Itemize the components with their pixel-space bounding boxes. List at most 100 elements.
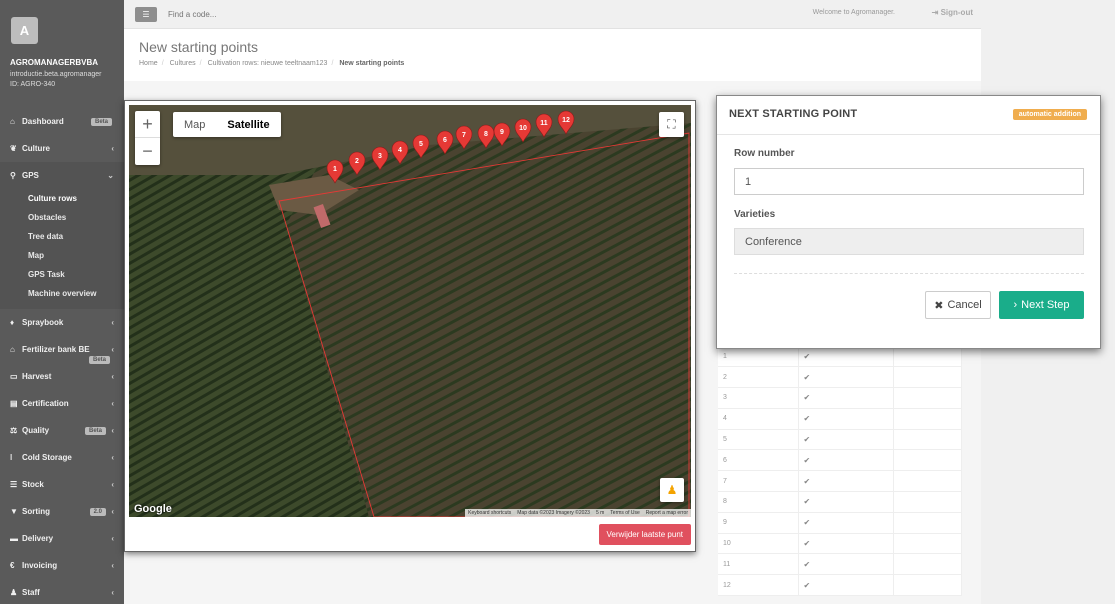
- delete-last-point-button[interactable]: Verwijder laatste punt: [598, 524, 691, 545]
- map-marker[interactable]: 4: [391, 140, 409, 165]
- report-error-link[interactable]: Report a map error: [646, 510, 688, 516]
- sidebar-item-invoicing[interactable]: € Invoicing ‹: [0, 552, 124, 579]
- terms-link[interactable]: Terms of Use: [610, 510, 639, 516]
- map-marker[interactable]: 3: [371, 146, 389, 171]
- satellite-map[interactable]: 1 2 3 4 5 6 7 8 9 10 11 12 + − Map Satellite ⛶ ♟ Go…: [129, 105, 691, 517]
- chevron-left-icon: ‹: [111, 507, 114, 516]
- map-marker[interactable]: 2: [348, 151, 366, 176]
- keyboard-shortcuts-link[interactable]: Keyboard shortcuts: [468, 510, 511, 516]
- hamburger-icon: ☰: [142, 10, 150, 19]
- breadcrumb-cultures[interactable]: Cultures: [170, 60, 196, 67]
- sidebar-item-delivery[interactable]: ▬ Delivery ‹: [0, 525, 124, 552]
- company-name: AGROMANAGERBVBA: [10, 58, 98, 67]
- euro-icon: €: [10, 561, 15, 570]
- breadcrumb-current: New starting points: [339, 60, 405, 67]
- sidebar-item-cold-storage[interactable]: ǀ Cold Storage ‹: [0, 444, 124, 471]
- map-type-satellite-button[interactable]: Satellite: [216, 112, 280, 137]
- breadcrumb-home[interactable]: Home: [139, 60, 158, 67]
- sidebar-item-label: Culture: [22, 144, 50, 153]
- empty-cell: [893, 553, 962, 576]
- row-number-cell: 3: [718, 387, 799, 409]
- version-badge: 2.0: [89, 507, 106, 516]
- sidebar-item-sorting[interactable]: ▼ Sorting 2.0 ‹: [0, 498, 124, 525]
- breadcrumb: Home / Cultures / Cultivation rows: nieuwe…: [139, 60, 405, 67]
- map-marker[interactable]: 5: [412, 134, 430, 159]
- map-marker[interactable]: 7: [455, 125, 473, 150]
- sidebar-item-harvest[interactable]: ▭ Harvest ‹: [0, 363, 124, 390]
- sidebar-item-label: Certification: [22, 399, 69, 408]
- check-icon: ✔: [798, 429, 894, 451]
- submenu-item-tree-data[interactable]: Tree data: [0, 227, 124, 246]
- row-number-input[interactable]: [734, 168, 1084, 195]
- empty-cell: [893, 387, 962, 409]
- sidebar-item-staff[interactable]: ♟ Staff ‹: [0, 579, 124, 604]
- hamburger-menu-button[interactable]: ☰: [135, 7, 157, 22]
- sign-out-link[interactable]: ⇥ Sign-out: [932, 8, 973, 17]
- chevron-left-icon: ‹: [111, 480, 114, 489]
- sign-out-label: Sign-out: [940, 8, 973, 17]
- table-row: 4 ✔: [718, 408, 962, 430]
- check-icon: ✔: [798, 553, 894, 576]
- google-logo: Google: [134, 503, 172, 515]
- sidebar-item-gps[interactable]: ⚲ GPS ⌄: [0, 162, 124, 189]
- zoom-out-button[interactable]: −: [135, 138, 160, 165]
- row-number-cell: 2: [718, 366, 799, 389]
- sidebar-item-culture[interactable]: ❦ Culture ‹: [0, 135, 124, 162]
- check-icon: ✔: [798, 366, 894, 389]
- map-type-map-button[interactable]: Map: [173, 112, 216, 137]
- chevron-left-icon: ‹: [111, 399, 114, 408]
- map-marker-label: 2: [355, 158, 359, 165]
- sidebar-item-spraybook[interactable]: ♦ Spraybook ‹: [0, 309, 124, 336]
- chevron-left-icon: ‹: [111, 561, 114, 570]
- map-marker[interactable]: 12: [557, 110, 575, 135]
- map-marker[interactable]: 1: [326, 159, 344, 184]
- map-marker-label: 1: [333, 166, 337, 173]
- sidebar-item-quality[interactable]: ⚖ Quality Beta ‹: [0, 417, 124, 444]
- map-marker[interactable]: 9: [493, 122, 511, 147]
- map-marker-label: 10: [519, 125, 527, 132]
- sidebar-item-certification[interactable]: ▤ Certification ‹: [0, 390, 124, 417]
- drop-icon: ♦: [10, 318, 15, 327]
- street-view-pegman[interactable]: ♟: [660, 478, 684, 502]
- submenu-item-gps-task[interactable]: GPS Task: [0, 265, 124, 284]
- check-icon: ✔: [798, 470, 894, 493]
- check-icon: ✔: [798, 408, 894, 430]
- sidebar-item-dashboard[interactable]: ⌂ Dashboard Beta: [0, 108, 124, 135]
- modal-title: NEXT STARTING POINT: [729, 108, 858, 120]
- beta-badge: Beta: [90, 117, 112, 126]
- map-marker[interactable]: 10: [514, 118, 532, 143]
- table-row: 11 ✔: [718, 553, 962, 576]
- submenu-item-map[interactable]: Map: [0, 246, 124, 265]
- submenu-item-machine-overview[interactable]: Machine overview: [0, 284, 124, 303]
- breadcrumb-cultivation-rows[interactable]: Cultivation rows: nieuwe teeltnaam123: [208, 60, 328, 67]
- row-number-label: Row number: [734, 148, 795, 159]
- sidebar-item-label: Sorting: [22, 507, 50, 516]
- submenu-item-obstacles[interactable]: Obstacles: [0, 208, 124, 227]
- certificate-icon: ▤: [10, 399, 18, 408]
- zoom-control: + −: [135, 111, 160, 165]
- empty-cell: [893, 491, 962, 513]
- row-number-cell: 8: [718, 491, 799, 513]
- avatar[interactable]: A: [11, 17, 38, 44]
- fullscreen-button[interactable]: ⛶: [659, 112, 684, 137]
- search-input[interactable]: [168, 10, 318, 19]
- markers-layer: 1234567 8 91011 12: [326, 110, 575, 184]
- zoom-in-button[interactable]: +: [135, 111, 160, 138]
- varieties-field: Conference: [734, 228, 1084, 255]
- sidebar-item-stock[interactable]: ☰ Stock ‹: [0, 471, 124, 498]
- row-number-cell: 4: [718, 408, 799, 430]
- next-step-button[interactable]: › Next Step: [999, 291, 1084, 319]
- map-marker-label: 12: [562, 117, 570, 124]
- cancel-button[interactable]: ✖ Cancel: [925, 291, 991, 319]
- map-marker[interactable]: 11: [535, 113, 553, 138]
- map-marker[interactable]: 6: [436, 130, 454, 155]
- submenu-item-culture-rows[interactable]: Culture rows: [0, 189, 124, 208]
- sidebar-item-label: Quality: [22, 426, 50, 435]
- modal-dashed-divider: [734, 273, 1084, 274]
- table-row: 10 ✔: [718, 533, 962, 555]
- sidebar-item-label: GPS: [22, 171, 39, 180]
- row-number-cell: 10: [718, 533, 799, 555]
- map-marker[interactable]: 8: [477, 124, 495, 149]
- sidebar-item-fertilizer-bank[interactable]: ⌂ Fertilizer bank BE ‹ Beta: [0, 336, 124, 364]
- thermometer-icon: ǀ: [10, 453, 13, 462]
